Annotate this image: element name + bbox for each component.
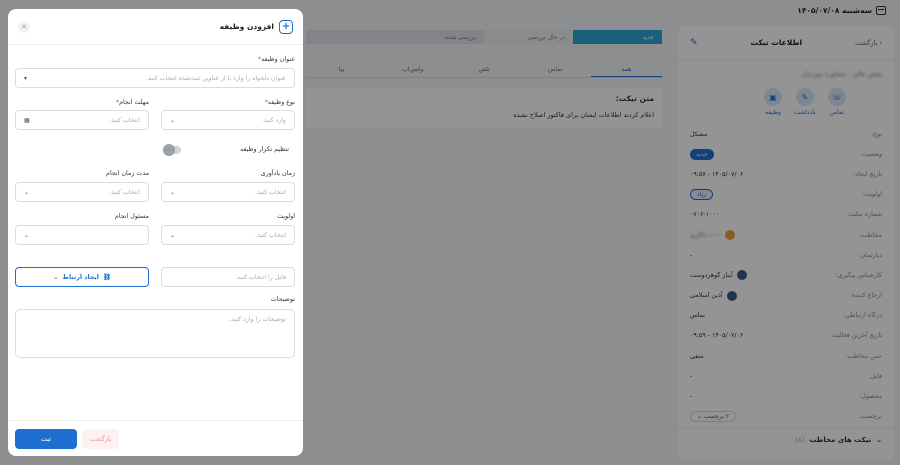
label-text: مهلت انجام bbox=[119, 99, 149, 106]
duration-placeholder: انتخاب کنید. bbox=[109, 188, 140, 196]
create-link-label: ایجاد ارتباط bbox=[62, 273, 99, 281]
chevron-down-icon: ⌄ bbox=[170, 188, 176, 196]
reminder-label: زمان یادآوری bbox=[260, 170, 295, 177]
calendar-icon: ▦ bbox=[24, 116, 30, 124]
task-title-placeholder: عنوان دلخواه را وارد یا از عناوین ثبت‌شد… bbox=[145, 74, 286, 82]
repeat-toggle[interactable] bbox=[163, 144, 181, 156]
reminder-select[interactable]: انتخاب کنید. ⌄ bbox=[161, 182, 295, 202]
close-icon[interactable]: ✕ bbox=[18, 20, 30, 33]
deadline-label: مهلت انجام* bbox=[115, 99, 149, 106]
link-file-input[interactable]: فایل را انتخاب کنید. bbox=[161, 267, 295, 287]
description-placeholder: توضیحات را وارد کنید. bbox=[229, 316, 286, 323]
cancel-button[interactable]: بازگشت bbox=[82, 429, 119, 449]
label-text: عنوان وظیفه bbox=[261, 56, 295, 63]
submit-button[interactable]: ثبت bbox=[15, 429, 77, 449]
label-text: نوع وظیفه bbox=[267, 99, 295, 106]
task-title-input[interactable]: عنوان دلخواه را وارد یا از عناوین ثبت‌شد… bbox=[15, 68, 295, 88]
priority-label: اولویت bbox=[277, 213, 295, 220]
add-icon: + bbox=[279, 19, 293, 34]
link-placeholder: فایل را انتخاب کنید. bbox=[235, 273, 286, 281]
task-type-placeholder: وارد کنید. bbox=[261, 116, 286, 124]
chevron-down-icon: ⌄ bbox=[24, 231, 30, 239]
chevron-down-icon: ⌄ bbox=[53, 273, 59, 281]
reminder-placeholder: انتخاب کنید. bbox=[255, 188, 286, 196]
priority-placeholder: انتخاب کنید. bbox=[255, 231, 286, 239]
description-label: توضیحات bbox=[270, 296, 295, 303]
task-type-label: نوع وظیفه* bbox=[264, 99, 295, 106]
modal-footer: بازگشت ثبت bbox=[8, 420, 303, 456]
deadline-placeholder: انتخاب کنید. bbox=[109, 116, 140, 124]
modal-header: + افزودن وظیفه ✕ bbox=[8, 9, 303, 45]
chevron-down-icon: ⌄ bbox=[170, 116, 176, 124]
modal-title: + افزودن وظیفه bbox=[219, 19, 293, 34]
chevron-down-icon: ⌄ bbox=[24, 188, 30, 196]
link-icon: ⛓ bbox=[102, 274, 111, 281]
duration-select[interactable]: انتخاب کنید. ⌄ bbox=[15, 182, 149, 202]
chevron-down-icon: ⌄ bbox=[170, 231, 176, 239]
deadline-input[interactable]: انتخاب کنید. ▦ bbox=[15, 110, 149, 130]
modal-title-text: افزودن وظیفه bbox=[219, 22, 274, 31]
repeat-label: تنظیم تکرار وظیفه bbox=[240, 146, 289, 153]
create-link-button[interactable]: ⛓ ایجاد ارتباط ⌄ bbox=[15, 267, 149, 287]
task-type-select[interactable]: وارد کنید. ⌄ bbox=[161, 110, 295, 130]
assignee-select[interactable]: ⌄ bbox=[15, 225, 149, 245]
add-task-modal: + افزودن وظیفه ✕ عنوان وظیفه* عنوان دلخو… bbox=[8, 9, 303, 456]
duration-label: مدت زمان انجام bbox=[106, 170, 149, 177]
assignee-label: مسئول انجام bbox=[114, 213, 149, 220]
chevron-down-icon: ▾ bbox=[24, 74, 28, 82]
task-title-label: عنوان وظیفه* bbox=[258, 56, 295, 63]
description-textarea[interactable]: توضیحات را وارد کنید. bbox=[15, 309, 295, 358]
priority-select[interactable]: انتخاب کنید. ⌄ bbox=[161, 225, 295, 245]
